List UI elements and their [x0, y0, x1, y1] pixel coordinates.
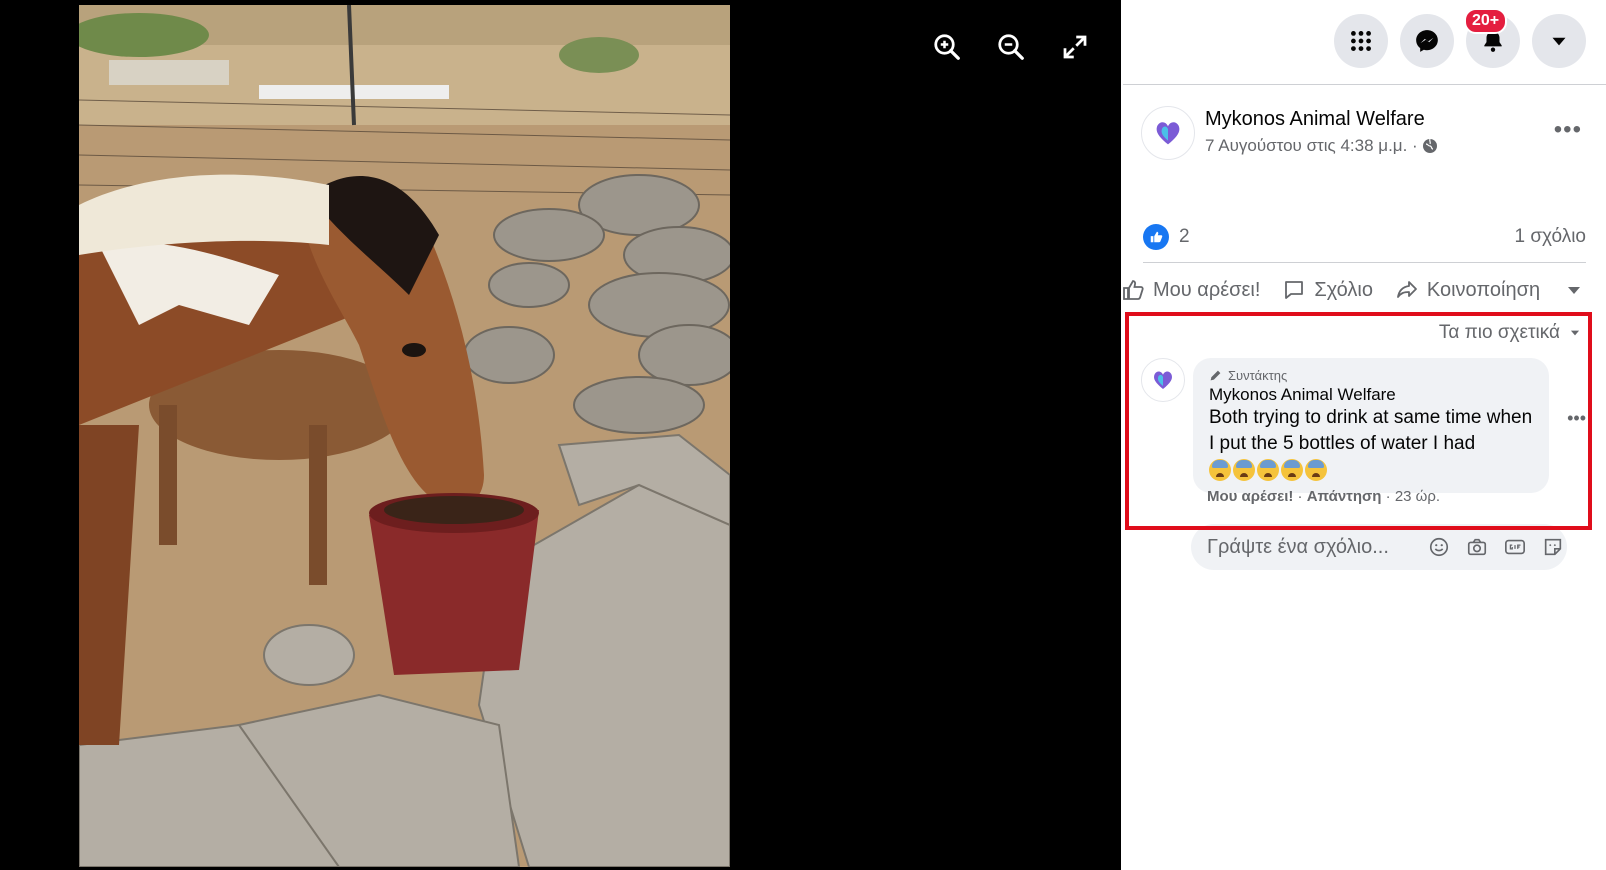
page: 20+ Mykonos Animal Welfare 7 Αυγούστου σ…: [0, 0, 1606, 870]
share-arrow-icon: [1396, 281, 1417, 298]
like-button[interactable]: Μου αρέσει!: [1121, 278, 1260, 302]
caret-down-icon: [1552, 37, 1566, 46]
like-count: 2: [1179, 226, 1190, 247]
account-button[interactable]: [1532, 14, 1586, 68]
like-summary[interactable]: 2: [1143, 224, 1190, 250]
viewer-toolbar: [930, 30, 1092, 64]
gif-icon: [1505, 539, 1525, 555]
share-button-label: Κοινοποίηση: [1426, 278, 1541, 301]
fullscreen-button[interactable]: [1058, 30, 1092, 64]
like-button-label: Μου αρέσει!: [1153, 278, 1261, 301]
post-timestamp[interactable]: 7 Αυγούστου στις 4:38 μ.μ. ·: [1205, 136, 1418, 156]
reactions-divider: [1143, 262, 1586, 263]
fullscreen-icon: [1063, 35, 1087, 59]
top-navigation: 20+: [1334, 8, 1586, 68]
comment-input-box: [1191, 524, 1567, 570]
post-meta: 7 Αυγούστου στις 4:38 μ.μ. ·: [1205, 136, 1438, 156]
header-divider: [1123, 84, 1606, 85]
post-more-button[interactable]: •••: [1554, 116, 1582, 144]
post-actions: Μου αρέσει! Σχόλιο Κοινοποίηση: [1121, 272, 1586, 308]
comment-button[interactable]: Σχόλιο: [1282, 278, 1373, 302]
photo-attach-button[interactable]: [1465, 535, 1489, 559]
menu-button[interactable]: [1334, 14, 1388, 68]
horse-photo-illustration: [79, 5, 730, 867]
post-photo[interactable]: [79, 5, 730, 867]
comment-count[interactable]: 1 σχόλιο: [1514, 226, 1586, 248]
audience-dropdown[interactable]: [1562, 278, 1586, 302]
grid-menu-icon: [1351, 31, 1371, 51]
page-name[interactable]: Mykonos Animal Welfare: [1205, 108, 1425, 131]
notifications-button[interactable]: 20+: [1464, 8, 1520, 68]
share-button[interactable]: Κοινοποίηση: [1395, 278, 1540, 302]
highlight-annotation: [1125, 312, 1592, 530]
zoom-out-button[interactable]: [994, 30, 1028, 64]
emoji-picker-button[interactable]: [1427, 535, 1451, 559]
thumbs-up-icon: [1123, 280, 1144, 300]
sticker-button[interactable]: [1541, 535, 1565, 559]
messenger-icon: [1416, 30, 1438, 52]
comment-bubble-icon: [1285, 281, 1304, 299]
caret-down-icon: [1568, 287, 1580, 294]
heart-logo-icon: [1156, 122, 1180, 145]
smiley-icon: [1429, 537, 1449, 557]
comment-composer: [1141, 524, 1586, 570]
like-reaction-icon: [1143, 224, 1169, 250]
zoom-in-icon: [934, 34, 960, 60]
sticker-icon: [1544, 538, 1562, 556]
camera-icon: [1467, 538, 1487, 556]
comment-button-label: Σχόλιο: [1314, 278, 1373, 301]
globe-icon: [1422, 138, 1437, 153]
notifications-badge: 20+: [1464, 8, 1508, 34]
gif-button[interactable]: [1503, 535, 1527, 559]
post-header: Mykonos Animal Welfare 7 Αυγούστου στις …: [1141, 106, 1586, 164]
zoom-out-icon: [998, 34, 1024, 60]
composer-tools: [1427, 535, 1565, 559]
photo-viewer: [0, 0, 1121, 870]
page-avatar[interactable]: [1141, 106, 1195, 160]
comment-input[interactable]: [1207, 535, 1427, 559]
reactions-summary: 2 1 σχόλιο: [1143, 222, 1586, 252]
messenger-button[interactable]: [1400, 14, 1454, 68]
zoom-in-button[interactable]: [930, 30, 964, 64]
